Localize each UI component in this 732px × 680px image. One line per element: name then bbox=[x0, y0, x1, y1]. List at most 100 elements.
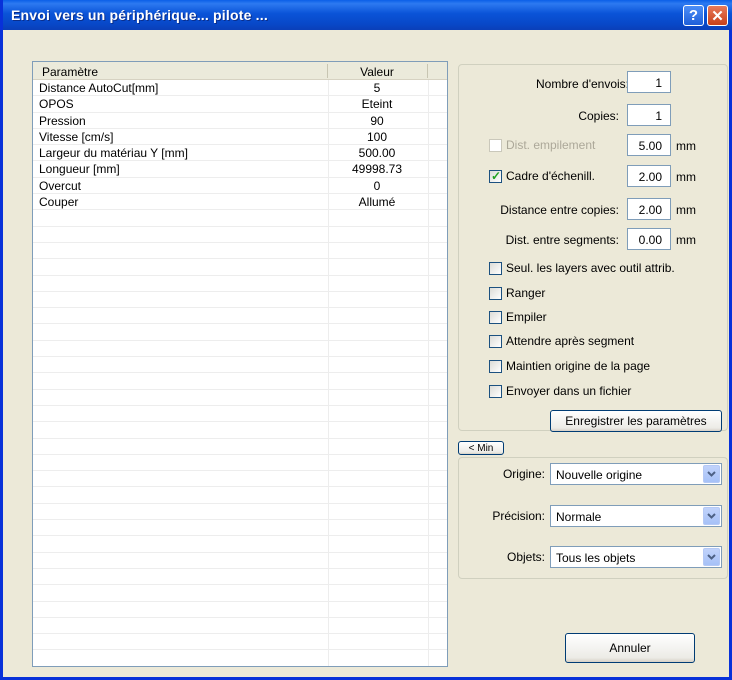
param-value[interactable]: 90 bbox=[331, 114, 423, 128]
column-divider[interactable] bbox=[427, 64, 428, 78]
param-value[interactable]: 5 bbox=[331, 81, 423, 95]
empty-row[interactable] bbox=[33, 390, 447, 406]
empty-row[interactable] bbox=[33, 210, 447, 227]
empty-row[interactable] bbox=[33, 618, 447, 635]
param-name: Vitesse [cm/s] bbox=[39, 129, 114, 144]
min-toggle-button[interactable]: < Min bbox=[458, 441, 504, 455]
param-name: Pression bbox=[39, 113, 86, 128]
nb-envois-input[interactable]: 1 bbox=[627, 71, 671, 93]
param-value[interactable]: 500.00 bbox=[331, 146, 423, 160]
help-button[interactable]: ? bbox=[683, 5, 704, 26]
cadre-input[interactable]: 2.00 bbox=[627, 165, 671, 187]
chevron-down-icon[interactable] bbox=[703, 507, 720, 525]
ranger-checkbox[interactable] bbox=[489, 287, 502, 300]
param-value[interactable]: Eteint bbox=[331, 97, 423, 111]
save-settings-button[interactable]: Enregistrer les paramètres bbox=[550, 410, 722, 432]
cadre-label: Cadre d'échenill. bbox=[506, 169, 596, 183]
empty-row[interactable] bbox=[33, 602, 447, 618]
chevron-down-icon[interactable] bbox=[703, 548, 720, 566]
parameter-rows: Distance AutoCut[mm] 5 OPOS Eteint Pression 9… bbox=[33, 80, 447, 666]
objets-value: Tous les objets bbox=[556, 551, 636, 565]
origine-value: Nouvelle origine bbox=[556, 468, 643, 482]
nb-envois-label: Nombre d'envois: bbox=[536, 77, 629, 91]
table-row[interactable]: Distance AutoCut[mm] 5 bbox=[33, 80, 447, 97]
maintien-label: Maintien origine de la page bbox=[506, 359, 651, 373]
empty-row[interactable] bbox=[33, 520, 447, 537]
param-value[interactable]: 0 bbox=[331, 179, 423, 193]
attendre-label: Attendre après segment bbox=[506, 334, 635, 348]
param-name: Longueur [mm] bbox=[39, 162, 120, 177]
column-divider[interactable] bbox=[327, 64, 328, 78]
table-row[interactable]: Largeur du matériau Y [mm] 500.00 bbox=[33, 145, 447, 162]
empty-row[interactable] bbox=[33, 585, 447, 602]
layers-checkbox[interactable] bbox=[489, 262, 502, 275]
cancel-button[interactable]: Annuler bbox=[565, 633, 695, 663]
dist-empilement-label: Dist. empilement bbox=[506, 138, 596, 152]
dist-copies-input[interactable]: 2.00 bbox=[627, 198, 671, 220]
empty-row[interactable] bbox=[33, 504, 447, 521]
empty-row[interactable] bbox=[33, 569, 447, 586]
table-row[interactable]: Vitesse [cm/s] 100 bbox=[33, 129, 447, 146]
empty-row[interactable] bbox=[33, 227, 447, 243]
origine-label: Origine: bbox=[502, 467, 545, 481]
title-bar[interactable]: Envoi vers un périphérique... pilote ...… bbox=[3, 0, 732, 30]
empty-row[interactable] bbox=[33, 455, 447, 472]
param-value[interactable]: 100 bbox=[331, 130, 423, 144]
empty-row[interactable] bbox=[33, 243, 447, 260]
column-header-value[interactable]: Valeur bbox=[331, 65, 423, 79]
dist-empilement-input[interactable]: 5.00 bbox=[627, 134, 671, 156]
empty-row[interactable] bbox=[33, 487, 447, 504]
origine-select[interactable]: Nouvelle origine bbox=[550, 463, 722, 485]
empty-row[interactable] bbox=[33, 373, 447, 390]
unit-label: mm bbox=[676, 233, 696, 247]
table-row[interactable]: OPOS Eteint bbox=[33, 96, 447, 113]
fichier-checkbox[interactable] bbox=[489, 385, 502, 398]
copies-input[interactable]: 1 bbox=[627, 104, 671, 126]
precision-select[interactable]: Normale bbox=[550, 505, 722, 527]
parameter-list[interactable]: Paramètre Valeur Distance AutoCut[mm] 5 OP… bbox=[32, 61, 448, 667]
dist-copies-label: Distance entre copies: bbox=[500, 203, 619, 217]
empty-row[interactable] bbox=[33, 471, 447, 488]
objets-select[interactable]: Tous les objets bbox=[550, 546, 722, 568]
checkmark-icon: ✓ bbox=[491, 169, 502, 183]
empty-row[interactable] bbox=[33, 422, 447, 439]
param-name: Overcut bbox=[39, 178, 82, 193]
empty-row[interactable] bbox=[33, 536, 447, 553]
empty-row[interactable] bbox=[33, 553, 447, 569]
unit-label: mm bbox=[676, 203, 696, 217]
column-header-param[interactable]: Paramètre bbox=[42, 65, 98, 79]
close-button[interactable]: ✕ bbox=[707, 5, 728, 26]
dist-empilement-checkbox[interactable] bbox=[489, 139, 502, 152]
empty-row[interactable] bbox=[33, 308, 447, 325]
param-name: Largeur du matériau Y [mm] bbox=[39, 146, 188, 161]
empty-row[interactable] bbox=[33, 341, 447, 358]
empty-row[interactable] bbox=[33, 324, 447, 341]
empty-row[interactable] bbox=[33, 406, 447, 423]
empty-row[interactable] bbox=[33, 276, 447, 292]
empty-row[interactable] bbox=[33, 650, 447, 666]
empty-row[interactable] bbox=[33, 634, 447, 651]
empty-row[interactable] bbox=[33, 259, 447, 276]
maintien-checkbox[interactable] bbox=[489, 360, 502, 373]
param-value[interactable]: Allumé bbox=[331, 195, 423, 209]
unit-label: mm bbox=[676, 139, 696, 153]
precision-value: Normale bbox=[556, 510, 602, 524]
list-header: Paramètre Valeur bbox=[33, 62, 447, 80]
param-name: OPOS bbox=[39, 97, 74, 112]
cadre-checkbox[interactable]: ✓ bbox=[489, 169, 502, 183]
dist-segments-input[interactable]: 0.00 bbox=[627, 228, 671, 250]
empty-row[interactable] bbox=[33, 439, 447, 455]
precision-label: Précision: bbox=[492, 509, 545, 523]
window-title: Envoi vers un périphérique... pilote ... bbox=[11, 7, 268, 23]
table-row[interactable]: Longueur [mm] 49998.73 bbox=[33, 161, 447, 178]
table-row[interactable]: Pression 90 bbox=[33, 113, 447, 129]
attendre-checkbox[interactable] bbox=[489, 335, 502, 348]
empty-row[interactable] bbox=[33, 292, 447, 309]
chevron-down-icon[interactable] bbox=[703, 465, 720, 483]
empty-row[interactable] bbox=[33, 357, 447, 374]
param-value[interactable]: 49998.73 bbox=[331, 162, 423, 176]
unit-label: mm bbox=[676, 170, 696, 184]
empiler-checkbox[interactable] bbox=[489, 311, 502, 324]
table-row[interactable]: Couper Allumé bbox=[33, 194, 447, 211]
table-row[interactable]: Overcut 0 bbox=[33, 178, 447, 195]
